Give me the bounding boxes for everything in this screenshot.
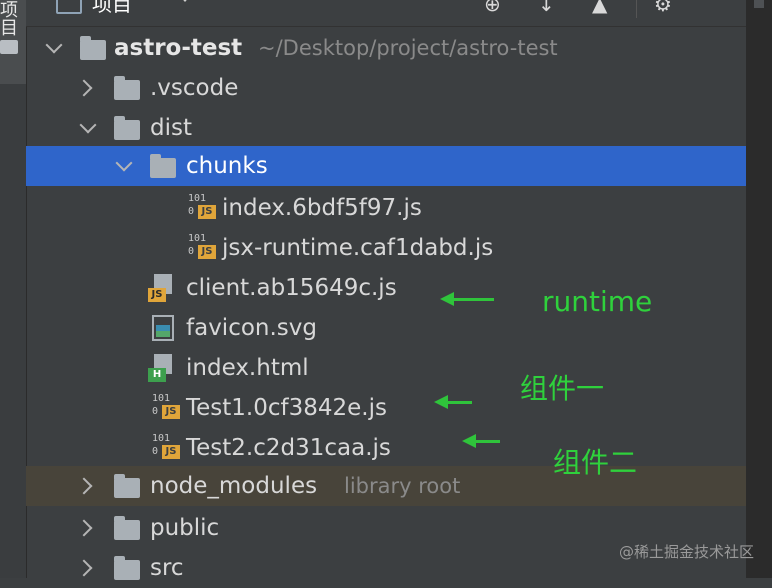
project-toolbar: 项目 ⊕ ↧ ▲ ⚙ [26,0,746,27]
library-root-hint: library root [344,474,461,498]
image-file-icon [152,315,174,341]
annotation-label-component2: 组件二 [553,446,638,479]
project-view-icon [56,0,82,14]
project-tool-button[interactable]: 项目 [0,0,26,84]
view-selector-chevron-down-icon[interactable] [178,0,192,2]
chevron-down-icon[interactable] [45,36,63,54]
file-name: Test1.0cf3842e.js [186,395,387,421]
tool-window-strip: 项目 [0,0,27,578]
folder-icon [80,36,106,60]
tree-row-node-modules[interactable]: node_modules library root [26,466,746,506]
folder-icon [150,154,176,178]
tree-row-chunk-index[interactable]: 101 0 JS index.6bdf5f97.js [26,188,746,228]
collapse-all-icon[interactable]: ↧ [538,0,555,14]
tree-row-index-html[interactable]: H index.html [26,348,746,388]
folder-name-chunks: chunks [186,153,268,179]
annotation-label-component1: 组件一 [520,372,605,405]
js-binary-file-icon: 101 0 JS [152,434,180,462]
chevron-down-icon[interactable] [115,154,133,172]
folder-icon [114,556,140,580]
chevron-right-icon[interactable] [75,477,93,495]
html-file-icon: H [148,354,174,384]
folder-icon [114,116,140,140]
toolbar-divider [636,0,637,18]
folder-icon [114,76,140,100]
file-name: jsx-runtime.caf1dabd.js [222,235,494,261]
file-name: favicon.svg [186,315,317,341]
folder-icon [114,474,140,498]
folder-icon [0,40,18,54]
project-view-title[interactable]: 项目 [92,0,132,16]
expand-icon[interactable]: ▲ [592,0,607,14]
watermark: @稀土掘金技术社区 [618,543,754,561]
tree-row-test1[interactable]: 101 0 JS Test1.0cf3842e.js [26,388,746,428]
folder-icon [114,516,140,540]
tree-row-vscode[interactable]: .vscode [26,68,746,108]
annotation-label-runtime: runtime [542,285,653,318]
file-name: index.6bdf5f97.js [222,195,422,221]
js-file-icon: JS [148,274,174,304]
tree-row-dist[interactable]: dist [26,108,746,148]
tree-row-chunk-jsx-runtime[interactable]: 101 0 JS jsx-runtime.caf1dabd.js [26,228,746,268]
chevron-right-icon[interactable] [75,79,93,97]
tree-row-chunks[interactable]: chunks [26,146,746,186]
file-name: index.html [186,355,309,381]
chevron-down-icon[interactable] [79,116,97,134]
folder-name-public: public [150,515,220,541]
js-binary-file-icon: 101 0 JS [152,394,180,422]
tree-row-root[interactable]: astro-test ~/Desktop/project/astro-test [26,28,746,68]
gear-icon[interactable]: ⚙ [654,0,672,14]
root-folder-name: astro-test [114,35,243,61]
project-tool-label: 项目 [0,0,18,36]
file-name: Test2.c2d31caa.js [186,435,391,461]
root-folder-path: ~/Desktop/project/astro-test [258,36,558,60]
js-binary-file-icon: 101 0 JS [188,234,216,262]
tree-row-test2[interactable]: 101 0 JS Test2.c2d31caa.js [26,428,746,468]
chevron-right-icon[interactable] [75,519,93,537]
js-binary-file-icon: 101 0 JS [188,194,216,222]
editor-edge [746,0,772,578]
globe-icon[interactable]: ⊕ [484,0,501,14]
editor-tab-edge [754,0,764,8]
folder-name-src: src [150,555,184,581]
folder-name-node-modules: node_modules [150,473,318,499]
file-name: client.ab15649c.js [186,275,397,301]
chevron-right-icon[interactable] [75,559,93,577]
folder-name-vscode: .vscode [150,75,239,101]
folder-name-dist: dist [150,115,192,141]
